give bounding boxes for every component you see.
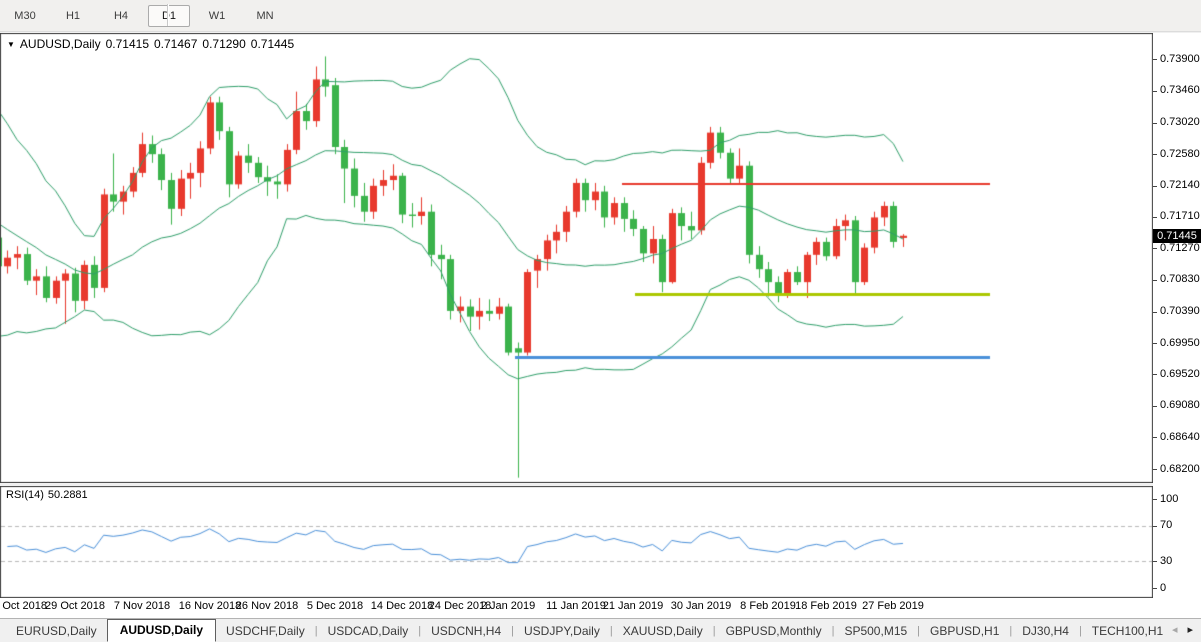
rsi-axis-tick-label: 30 xyxy=(1160,555,1172,567)
price-axis-tick-label: 0.72140 xyxy=(1160,179,1200,191)
price-axis-tick-mark xyxy=(1153,469,1157,470)
rsi-axis-tick-mark xyxy=(1153,526,1157,527)
chart-tab-sp500-m15[interactable]: SP500,M15 xyxy=(834,621,917,641)
price-axis-tick-label: 0.71710 xyxy=(1160,210,1200,222)
chart-window: ▼ AUDUSD,Daily 0.71415 0.71467 0.71290 0.7144… xyxy=(0,33,1201,618)
chart-tab-eurusd-daily[interactable]: EURUSD,Daily xyxy=(6,621,107,641)
price-axis-tick-mark xyxy=(1153,374,1157,375)
tab-scroll-left-icon[interactable]: ◂ xyxy=(1172,623,1178,636)
timeframe-button-d1[interactable]: D1 xyxy=(148,5,190,27)
price-chart-canvas[interactable] xyxy=(0,33,1153,483)
price-axis-tick-mark xyxy=(1153,154,1157,155)
date-axis-label: 16 Nov 2018 xyxy=(179,600,241,612)
price-axis-tick-mark xyxy=(1153,123,1157,124)
price-axis-tick-label: 0.73900 xyxy=(1160,53,1200,65)
date-axis-label: 5 Dec 2018 xyxy=(307,600,363,612)
date-axis-label: 14 Dec 2018 xyxy=(371,600,433,612)
rsi-chart-canvas[interactable] xyxy=(0,486,1153,598)
toolbar-separator xyxy=(167,4,169,26)
price-axis-tick-mark xyxy=(1153,59,1157,60)
chart-tabbar: EURUSD,DailyAUDUSD,DailyUSDCHF,Daily|USD… xyxy=(0,618,1201,642)
price-axis-tick-mark xyxy=(1153,437,1157,438)
current-price-value: 0.71445 xyxy=(1157,230,1197,242)
date-axis-label: 19 Oct 2018 xyxy=(0,600,47,612)
date-axis-label: 26 Nov 2018 xyxy=(236,600,298,612)
timeframe-button-h4[interactable]: H4 xyxy=(100,5,142,27)
date-axis-label: 8 Feb 2019 xyxy=(740,600,796,612)
price-axis-tick-mark xyxy=(1153,91,1157,92)
chart-tab-usdchf-daily[interactable]: USDCHF,Daily xyxy=(216,621,315,641)
tab-scroll-arrows: ◂ ▸ xyxy=(1172,623,1193,636)
chart-symbol-label: AUDUSD,Daily xyxy=(20,37,101,51)
price-axis-tick-mark xyxy=(1153,406,1157,407)
date-axis-label: 11 Jan 2019 xyxy=(546,600,606,612)
price-axis-tick-label: 0.69080 xyxy=(1160,399,1200,411)
rsi-axis-tick-mark xyxy=(1153,499,1157,500)
date-axis-label: 2 Jan 2019 xyxy=(481,600,535,612)
timeframe-button-mn[interactable]: MN xyxy=(244,5,286,27)
rsi-axis-tick-label: 0 xyxy=(1160,582,1166,594)
price-axis-tick-mark xyxy=(1153,343,1157,344)
current-price-tag: 0.71445 xyxy=(1153,229,1201,243)
price-axis-tick-label: 0.69520 xyxy=(1160,368,1200,380)
rsi-name: RSI(14) xyxy=(6,489,44,501)
price-axis-tick-mark xyxy=(1153,280,1157,281)
price-axis-tick-label: 0.71270 xyxy=(1160,242,1200,254)
timeframe-button-m30[interactable]: M30 xyxy=(4,5,46,27)
chart-tab-usdcnh-h4[interactable]: USDCNH,H4 xyxy=(421,621,511,641)
mt4-window: M30 H1 H4 D1 W1 MN ▼ AUDUSD,Daily 0.71415 0.7146… xyxy=(0,0,1201,642)
rsi-axis-tick-mark xyxy=(1153,561,1157,562)
timeframe-toolbar: M30 H1 H4 D1 W1 MN xyxy=(0,0,1201,32)
chart-tab-gbpusd-monthly[interactable]: GBPUSD,Monthly xyxy=(716,621,832,641)
timeframe-button-h1[interactable]: H1 xyxy=(52,5,94,27)
ohlc-open-value: 0.71415 xyxy=(106,37,149,51)
date-axis-label: 18 Feb 2019 xyxy=(795,600,857,612)
chart-tab-usdcad-daily[interactable]: USDCAD,Daily xyxy=(318,621,419,641)
rsi-value: 50.2881 xyxy=(48,489,88,501)
price-axis-tick-mark xyxy=(1153,217,1157,218)
ohlc-high-value: 0.71467 xyxy=(154,37,197,51)
ohlc-close-value: 0.71445 xyxy=(251,37,294,51)
rsi-axis-tick-label: 100 xyxy=(1160,493,1178,505)
price-axis-tick-label: 0.68200 xyxy=(1160,463,1200,475)
chart-tabs: EURUSD,DailyAUDUSD,DailyUSDCHF,Daily|USD… xyxy=(6,619,1173,642)
price-axis-tick-label: 0.73020 xyxy=(1160,116,1200,128)
date-axis-label: 21 Jan 2019 xyxy=(603,600,664,612)
ohlc-low-value: 0.71290 xyxy=(202,37,245,51)
chart-tab-gbpusd-h1[interactable]: GBPUSD,H1 xyxy=(920,621,1009,641)
chart-tab-tech100-h1[interactable]: TECH100,H1 xyxy=(1082,621,1173,641)
date-axis-label: 7 Nov 2018 xyxy=(114,600,170,612)
price-axis-tick-label: 0.72580 xyxy=(1160,148,1200,160)
symbol-dropdown-icon[interactable]: ▼ xyxy=(7,40,15,49)
rsi-axis-tick-label: 70 xyxy=(1160,519,1172,531)
timeframe-button-w1[interactable]: W1 xyxy=(196,5,238,27)
price-axis-tick-mark xyxy=(1153,248,1157,249)
price-axis-tick-mark xyxy=(1153,312,1157,313)
chart-title: ▼ AUDUSD,Daily 0.71415 0.71467 0.71290 0.7144… xyxy=(7,37,294,51)
price-axis-tick-mark xyxy=(1153,186,1157,187)
chart-tab-audusd-daily[interactable]: AUDUSD,Daily xyxy=(107,619,216,642)
date-axis-label: 30 Jan 2019 xyxy=(671,600,732,612)
timeframe-buttons: M30 H1 H4 D1 W1 MN xyxy=(4,3,292,28)
date-axis-label: 29 Oct 2018 xyxy=(45,600,105,612)
chart-tab-usdjpy-daily[interactable]: USDJPY,Daily xyxy=(514,621,610,641)
tab-scroll-right-icon[interactable]: ▸ xyxy=(1187,623,1193,636)
price-axis-tick-label: 0.69950 xyxy=(1160,337,1200,349)
date-axis-label: 27 Feb 2019 xyxy=(862,600,924,612)
price-axis-tick-label: 0.68640 xyxy=(1160,431,1200,443)
chart-tab-xauusd-daily[interactable]: XAUUSD,Daily xyxy=(613,621,713,641)
rsi-indicator-label: RSI(14) 50.2881 xyxy=(6,489,92,501)
chart-tab-dj30-h4[interactable]: DJ30,H4 xyxy=(1012,621,1079,641)
price-axis-tick-label: 0.70390 xyxy=(1160,305,1200,317)
rsi-axis-tick-mark xyxy=(1153,588,1157,589)
price-axis-tick-label: 0.73460 xyxy=(1160,84,1200,96)
price-axis-tick-label: 0.70830 xyxy=(1160,273,1200,285)
